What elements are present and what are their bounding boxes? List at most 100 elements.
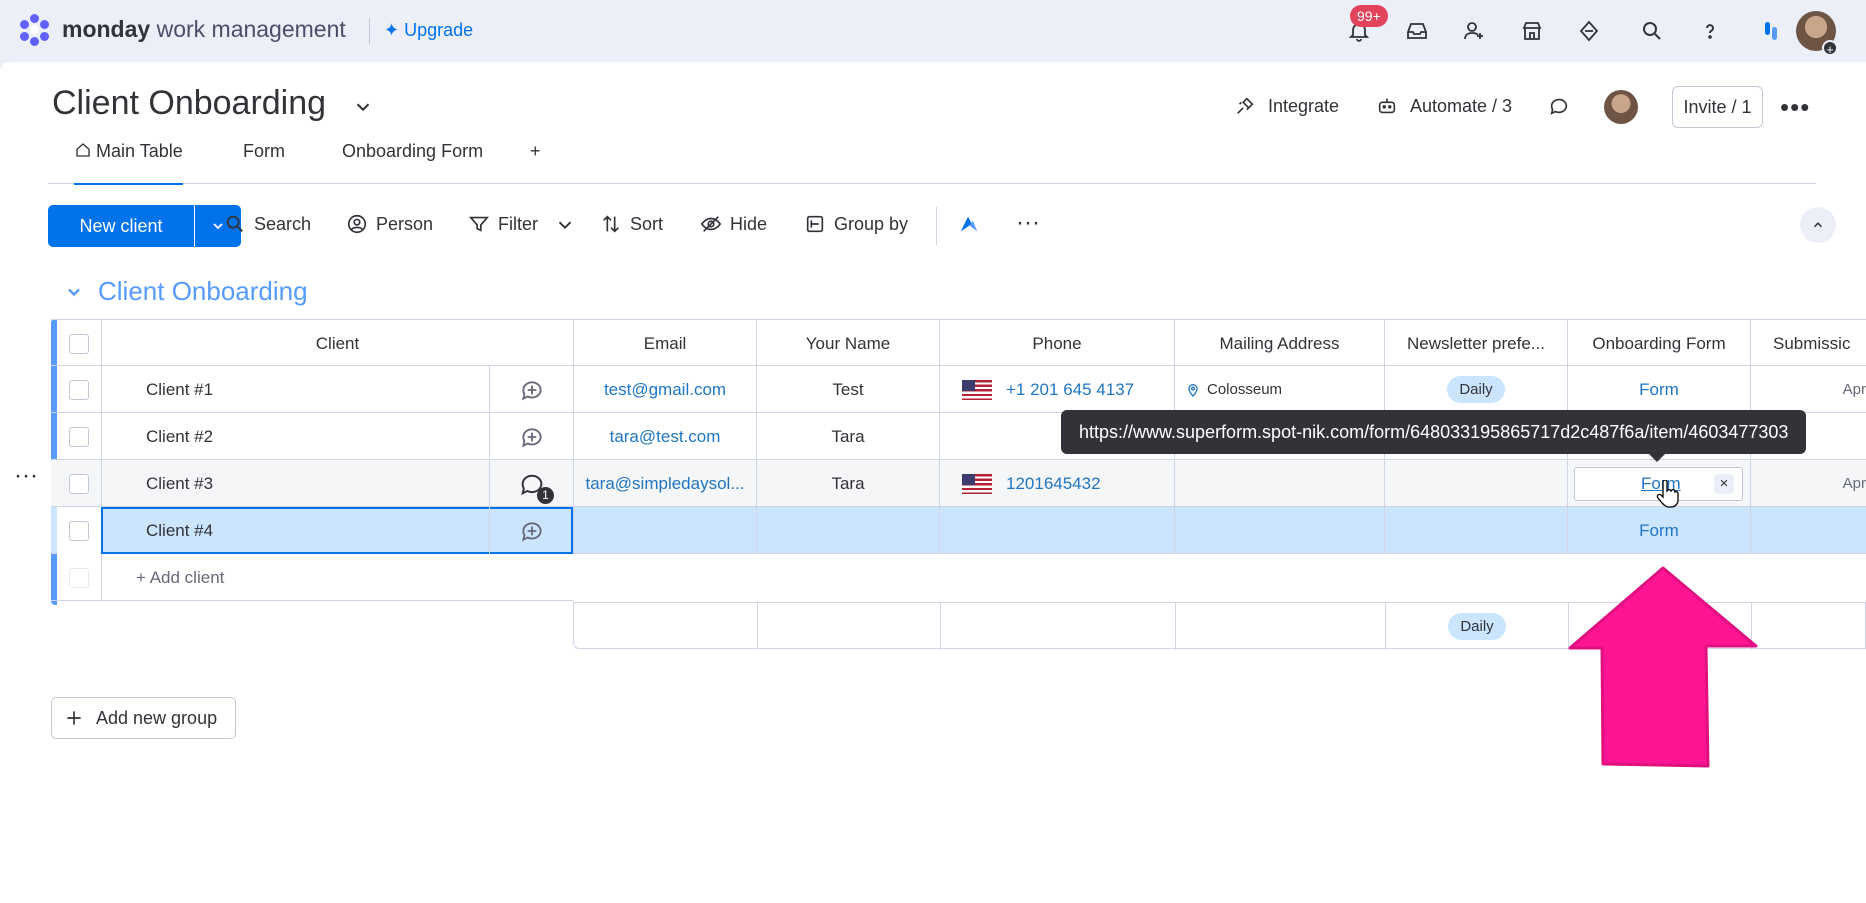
- gem-icon[interactable]: [1574, 16, 1604, 46]
- phone-cell[interactable]: 1201645432: [939, 460, 1174, 507]
- board-toolbar: New client Search Person Filter Sort Hid…: [48, 205, 1836, 247]
- table-row[interactable]: Client #4 Form: [51, 507, 1866, 554]
- submission-date-cell[interactable]: [1750, 507, 1866, 554]
- search-button[interactable]: Search: [224, 213, 311, 235]
- group-header[interactable]: Client Onboarding: [64, 276, 308, 307]
- checkbox[interactable]: [69, 379, 89, 400]
- column-header-newsletter[interactable]: Newsletter prefe...: [1384, 320, 1567, 367]
- add-account-icon[interactable]: +: [1822, 40, 1838, 57]
- newsletter-tag[interactable]: Daily: [1447, 376, 1505, 403]
- invite-members-icon[interactable]: [1459, 16, 1489, 46]
- row-options-icon[interactable]: ···: [14, 462, 38, 490]
- email-cell[interactable]: [573, 507, 756, 554]
- updates-button[interactable]: 1: [489, 460, 573, 507]
- tab-main-table[interactable]: Main Table: [74, 134, 183, 185]
- submission-date-cell[interactable]: Apr: [1750, 366, 1866, 413]
- search-icon[interactable]: [1637, 16, 1667, 46]
- table-row[interactable]: Client #1 test@gmail.com Test +1 201 645…: [51, 366, 1866, 413]
- client-name-cell[interactable]: Client #1: [101, 366, 489, 413]
- onboarding-form-input[interactable]: Form ×: [1574, 467, 1743, 508]
- mailing-address-cell[interactable]: Colosseum: [1174, 366, 1384, 413]
- client-name-cell[interactable]: Client #2: [101, 413, 489, 460]
- group-title[interactable]: Client Onboarding: [98, 276, 308, 307]
- onboarding-form-link[interactable]: Form: [1567, 507, 1750, 554]
- monday-logo-icon[interactable]: [18, 14, 52, 46]
- your-name-cell[interactable]: [756, 507, 939, 554]
- brand-name[interactable]: monday work management: [62, 16, 346, 43]
- add-item-input[interactable]: + Add client: [101, 554, 573, 601]
- row-checkbox-cell[interactable]: [57, 507, 101, 554]
- chevron-down-icon[interactable]: [64, 282, 84, 302]
- add-update-button[interactable]: [489, 507, 573, 554]
- mailing-address-cell[interactable]: [1174, 460, 1384, 507]
- group-by-label: Group by: [834, 213, 909, 234]
- group-by-button[interactable]: Group by: [804, 213, 908, 235]
- submission-date-cell[interactable]: Apr: [1750, 460, 1866, 507]
- column-header-mailing-address[interactable]: Mailing Address: [1174, 320, 1384, 367]
- column-header-client[interactable]: Client: [101, 320, 573, 367]
- checkbox[interactable]: [69, 333, 89, 354]
- column-header-email[interactable]: Email: [573, 320, 756, 367]
- board-title[interactable]: Client Onboarding: [52, 84, 326, 123]
- add-update-button[interactable]: [489, 366, 573, 413]
- onboarding-form-link[interactable]: Form: [1567, 366, 1750, 413]
- collapse-header-button[interactable]: [1800, 207, 1836, 243]
- row-checkbox-cell[interactable]: [57, 366, 101, 413]
- column-header-your-name[interactable]: Your Name: [756, 320, 939, 367]
- your-name-cell[interactable]: Tara: [756, 460, 939, 507]
- more-tools-icon[interactable]: ···: [1016, 209, 1040, 237]
- filter-dropdown[interactable]: [554, 213, 576, 235]
- checkbox[interactable]: [69, 426, 89, 447]
- phone-cell[interactable]: +1 201 645 4137: [939, 366, 1174, 413]
- newsletter-cell[interactable]: [1384, 460, 1567, 507]
- newsletter-cell[interactable]: Daily: [1384, 366, 1567, 413]
- checkbox[interactable]: [69, 473, 89, 494]
- updates-button[interactable]: [1548, 90, 1570, 122]
- column-header-submission[interactable]: Submissic: [1750, 320, 1866, 367]
- phone-number[interactable]: 1201645432: [1006, 474, 1101, 494]
- ai-assistant-button[interactable]: [958, 213, 980, 235]
- person-filter-button[interactable]: Person: [346, 213, 433, 235]
- select-all-checkbox-cell[interactable]: [57, 320, 101, 367]
- apps-marketplace-icon[interactable]: [1517, 16, 1547, 46]
- automate-button[interactable]: Automate / 3: [1376, 90, 1512, 122]
- column-header-onboarding-form[interactable]: Onboarding Form: [1567, 320, 1750, 367]
- add-new-group-button[interactable]: Add new group: [51, 697, 236, 739]
- clear-link-button[interactable]: ×: [1714, 474, 1734, 494]
- filter-button[interactable]: Filter: [468, 213, 538, 235]
- email-cell[interactable]: tara@test.com: [573, 413, 756, 460]
- your-name-cell[interactable]: Tara: [756, 413, 939, 460]
- upgrade-link[interactable]: ✦ Upgrade: [384, 20, 473, 41]
- more-options-icon[interactable]: •••: [1780, 92, 1810, 123]
- column-header-phone[interactable]: Phone: [939, 320, 1174, 367]
- client-name-cell[interactable]: Client #3: [101, 460, 489, 507]
- chevron-down-icon[interactable]: [352, 96, 374, 118]
- email-cell[interactable]: test@gmail.com: [573, 366, 756, 413]
- email-cell[interactable]: tara@simpledaysol...: [573, 460, 756, 507]
- row-checkbox-cell[interactable]: [57, 460, 101, 507]
- tab-form[interactable]: Form: [243, 134, 285, 184]
- checkbox[interactable]: [69, 520, 89, 541]
- newsletter-summary-cell[interactable]: Daily: [1385, 603, 1568, 650]
- your-name-cell[interactable]: Test: [756, 366, 939, 413]
- newsletter-cell[interactable]: [1384, 507, 1567, 554]
- tab-onboarding-form[interactable]: Onboarding Form: [342, 134, 483, 184]
- hide-button[interactable]: Hide: [700, 213, 767, 235]
- view-tabs: Main Table Form Onboarding Form +: [48, 134, 1816, 185]
- row-checkbox-cell[interactable]: [57, 413, 101, 460]
- phone-number[interactable]: +1 201 645 4137: [1006, 380, 1134, 400]
- invite-button[interactable]: Invite / 1: [1672, 86, 1763, 128]
- mailing-address-cell[interactable]: [1174, 507, 1384, 554]
- add-view-button[interactable]: +: [530, 134, 541, 184]
- sort-button[interactable]: Sort: [600, 213, 663, 235]
- app-switcher-icon[interactable]: [1756, 16, 1786, 46]
- hide-label: Hide: [730, 213, 768, 234]
- integrate-button[interactable]: Integrate: [1234, 90, 1339, 122]
- add-update-button[interactable]: [489, 413, 573, 460]
- new-item-button[interactable]: New client: [48, 205, 194, 247]
- help-icon[interactable]: [1695, 16, 1725, 46]
- inbox-icon[interactable]: [1402, 16, 1432, 46]
- phone-cell[interactable]: [939, 507, 1174, 554]
- board-member-avatar[interactable]: [1604, 90, 1638, 124]
- newsletter-summary-tag[interactable]: Daily: [1448, 613, 1506, 640]
